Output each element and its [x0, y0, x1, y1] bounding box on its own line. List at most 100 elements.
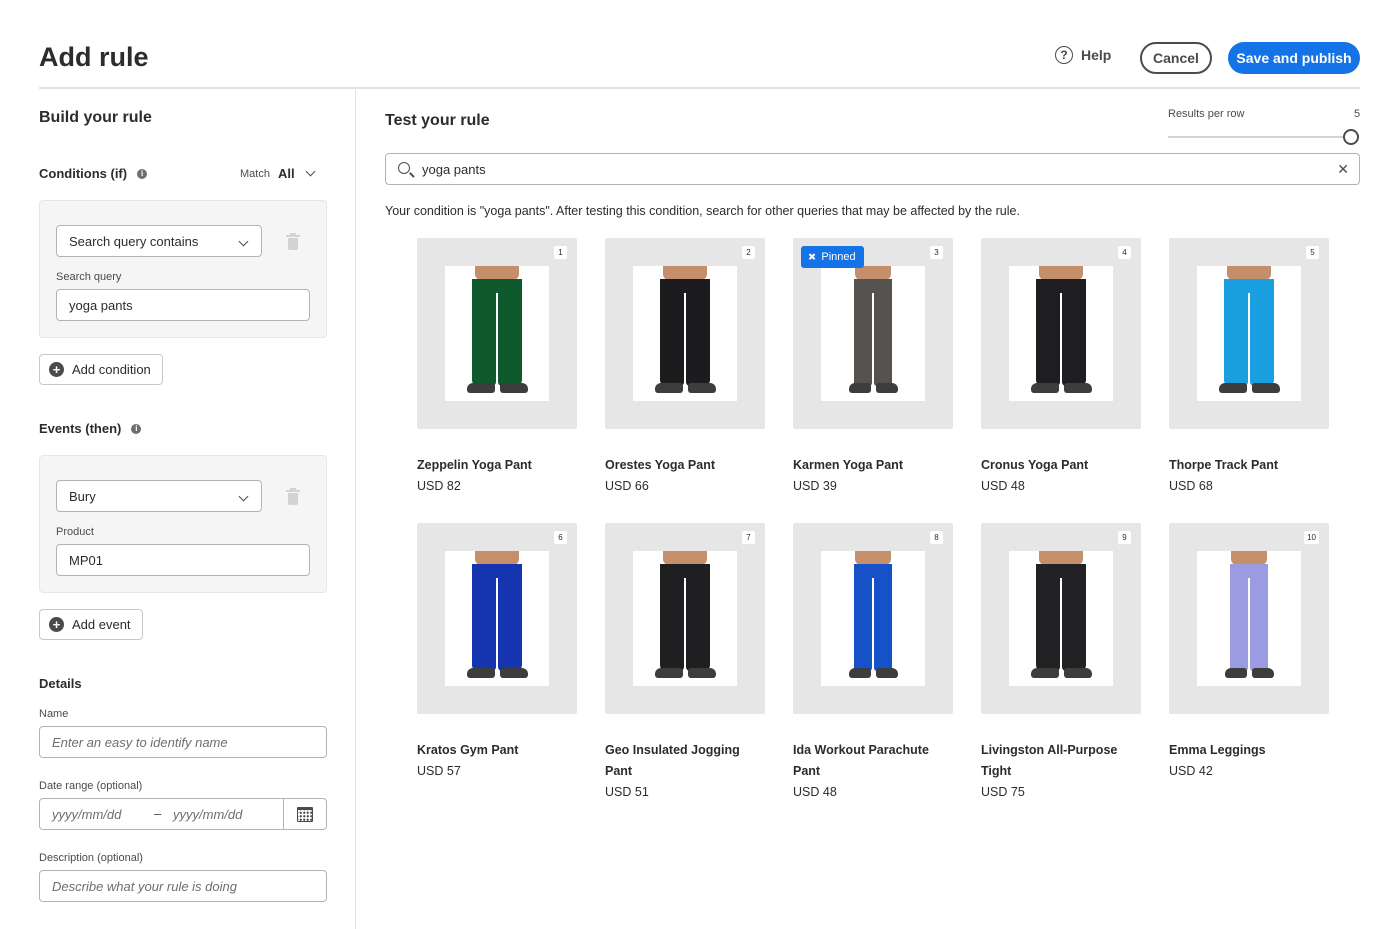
event-type-select[interactable]: Bury [56, 480, 262, 512]
product-info: Emma Leggings USD 42 [1169, 740, 1334, 782]
event-card: Bury Product MP01 [39, 455, 327, 593]
product-info: Livingston All-Purpose Tight USD 75 [981, 740, 1146, 803]
product-thumbnail: 3 ✚ Pinned [793, 238, 953, 429]
product-name[interactable]: Geo Insulated Jogging Pant [605, 740, 770, 782]
product-image [1009, 551, 1113, 686]
product-input[interactable]: MP01 [56, 544, 310, 576]
plus-icon: + [49, 617, 64, 632]
product-price: USD 42 [1169, 764, 1213, 778]
product-image [1197, 551, 1301, 686]
chevron-down-icon [238, 236, 249, 247]
name-placeholder: Enter an easy to identify name [52, 734, 228, 750]
delete-condition-icon[interactable] [286, 233, 300, 250]
rank-badge: 8 [930, 531, 943, 544]
product-info: Cronus Yoga Pant USD 48 [981, 455, 1146, 497]
date-from-input[interactable]: yyyy/mm/dd [52, 807, 121, 822]
product-info: Ida Workout Parachute Pant USD 48 [793, 740, 958, 803]
product-price: USD 51 [605, 785, 649, 799]
page-title: Add rule [39, 42, 149, 72]
product-info: Karmen Yoga Pant USD 39 [793, 455, 958, 497]
product-price: USD 82 [417, 479, 461, 493]
product-price: USD 48 [981, 479, 1025, 493]
name-label: Name [39, 708, 69, 720]
product-name[interactable]: Livingston All-Purpose Tight [981, 740, 1146, 782]
product-image [1009, 266, 1113, 401]
match-picker[interactable]: Match All [240, 166, 316, 181]
product-image [445, 551, 549, 686]
date-range-label: Date range (optional) [39, 780, 143, 792]
rank-badge: 3 [930, 246, 943, 259]
date-range-field: yyyy/mm/dd – yyyy/mm/dd [39, 798, 327, 830]
product-name[interactable]: Ida Workout Parachute Pant [793, 740, 958, 782]
product-thumbnail: 9 [981, 523, 1141, 714]
product-price: USD 75 [981, 785, 1025, 799]
product-thumbnail: 1 [417, 238, 577, 429]
rank-badge: 1 [554, 246, 567, 259]
product-name[interactable]: Orestes Yoga Pant [605, 455, 770, 476]
product-thumbnail: 8 [793, 523, 953, 714]
results-per-row-slider-handle[interactable] [1343, 129, 1359, 145]
product-price: USD 48 [793, 785, 837, 799]
product-thumbnail: 5 [1169, 238, 1329, 429]
delete-event-icon[interactable] [286, 488, 300, 505]
event-type-value: Bury [69, 488, 96, 504]
chevron-down-icon [305, 166, 316, 177]
results-per-row-value: 5 [1354, 108, 1361, 120]
pinned-badge: ✚ Pinned [801, 246, 864, 268]
search-query-input[interactable]: yoga pants [56, 289, 310, 321]
product-image [821, 266, 925, 401]
details-title: Details [39, 676, 82, 691]
date-separator: – [154, 806, 162, 821]
product-name[interactable]: Kratos Gym Pant [417, 740, 582, 761]
info-icon[interactable]: i [137, 168, 148, 179]
product-name[interactable]: Zeppelin Yoga Pant [417, 455, 582, 476]
events-title: Events (then) [39, 421, 122, 436]
product-name[interactable]: Thorpe Track Pant [1169, 455, 1334, 476]
product-label: Product [56, 526, 94, 538]
events-heading: Events (then) i [39, 421, 142, 436]
date-to-input[interactable]: yyyy/mm/dd [173, 807, 242, 822]
save-and-publish-button[interactable]: Save and publish [1228, 42, 1360, 74]
description-input[interactable]: Describe what your rule is doing [39, 870, 327, 902]
add-condition-button[interactable]: + Add condition [39, 354, 163, 385]
product-info: Geo Insulated Jogging Pant USD 51 [605, 740, 770, 803]
add-condition-label: Add condition [72, 362, 151, 377]
conditions-heading: Conditions (if) i [39, 166, 148, 181]
help-label: Help [1081, 47, 1112, 63]
pin-icon: ✚ [804, 250, 819, 264]
add-event-label: Add event [72, 617, 131, 632]
help-button[interactable]: ? Help [1055, 46, 1111, 64]
results-per-row-label: Results per row [1168, 108, 1245, 120]
test-search-input[interactable]: yoga pants ✕ [385, 153, 1360, 185]
search-query-value: yoga pants [69, 297, 133, 313]
close-icon[interactable]: ✕ [1337, 161, 1349, 178]
rank-badge: 4 [1118, 246, 1131, 259]
description-placeholder: Describe what your rule is doing [52, 878, 237, 894]
cancel-button[interactable]: Cancel [1140, 42, 1212, 74]
product-name[interactable]: Cronus Yoga Pant [981, 455, 1146, 476]
product-thumbnail: 4 [981, 238, 1141, 429]
product-info: Kratos Gym Pant USD 57 [417, 740, 582, 782]
product-price: USD 57 [417, 764, 461, 778]
results-per-row-slider-track[interactable] [1168, 136, 1346, 138]
rank-badge: 10 [1304, 531, 1319, 544]
calendar-button[interactable] [283, 799, 326, 829]
condition-type-select[interactable]: Search query contains [56, 225, 262, 257]
product-name[interactable]: Emma Leggings [1169, 740, 1334, 761]
match-value: All [277, 166, 295, 181]
conditions-title: Conditions (if) [39, 166, 128, 181]
info-icon[interactable]: i [131, 423, 142, 434]
product-price: USD 68 [1169, 479, 1213, 493]
product-thumbnail: 7 [605, 523, 765, 714]
product-name[interactable]: Karmen Yoga Pant [793, 455, 958, 476]
condition-summary: Your condition is "yoga pants". After te… [385, 204, 1020, 218]
rank-badge: 9 [1118, 531, 1131, 544]
product-image [821, 551, 925, 686]
name-input[interactable]: Enter an easy to identify name [39, 726, 327, 758]
test-search-value: yoga pants [422, 162, 486, 177]
product-image [445, 266, 549, 401]
pinned-label: Pinned [821, 251, 856, 263]
add-event-button[interactable]: + Add event [39, 609, 143, 640]
rank-badge: 2 [742, 246, 755, 259]
product-price: USD 66 [605, 479, 649, 493]
